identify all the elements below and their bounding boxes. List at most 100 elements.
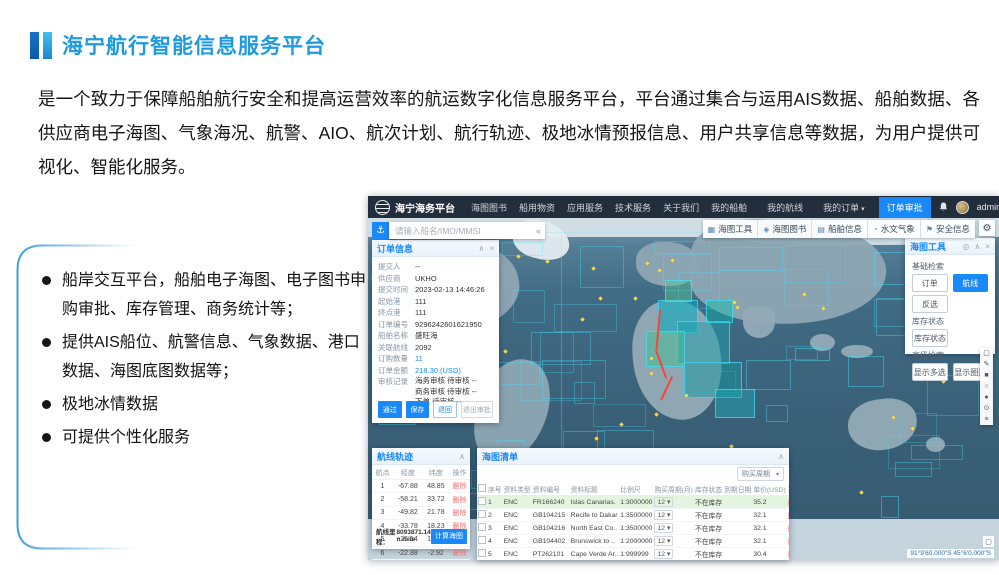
period-select[interactable]: 12▾ bbox=[654, 536, 673, 546]
field-label: 供应商 bbox=[378, 273, 415, 285]
nav-item-船用物资[interactable]: 船用物资 bbox=[513, 201, 561, 214]
nav-item-我的船舶[interactable]: 我的船舶 bbox=[705, 201, 753, 214]
delete-link[interactable]: 删除 bbox=[452, 497, 466, 504]
delete-link[interactable]: 删除 bbox=[788, 526, 789, 533]
waypoint-no: 2 bbox=[372, 493, 393, 506]
row-no: 2 bbox=[487, 509, 503, 522]
ship-search-icon[interactable]: ⚓ bbox=[372, 222, 389, 239]
保存-button[interactable]: 保存 bbox=[406, 401, 430, 418]
chevron-down-icon: ▾ bbox=[667, 511, 670, 519]
period-select[interactable]: 12▾ bbox=[654, 497, 673, 507]
航线-button[interactable]: 航线 bbox=[953, 274, 989, 292]
draw-tool-icon-3[interactable]: ○ bbox=[984, 381, 988, 392]
draw-tool-icon-1[interactable]: ✎ bbox=[984, 359, 990, 370]
checkbox[interactable] bbox=[478, 523, 486, 531]
scale: 1:3500000 bbox=[619, 509, 653, 522]
delete-link[interactable]: 删除 bbox=[788, 500, 789, 507]
column-header: 航点 bbox=[372, 466, 393, 480]
checkbox[interactable] bbox=[478, 549, 486, 557]
nav-item-海图图书[interactable]: 海图图书 bbox=[465, 201, 513, 214]
draw-tool-icon-0[interactable]: ▢ bbox=[983, 348, 990, 359]
draw-tool-icon-6[interactable]: ≡ bbox=[984, 414, 988, 425]
ship-search: ⚓ « bbox=[372, 222, 545, 239]
delete-link[interactable]: 删除 bbox=[788, 513, 789, 520]
checkbox[interactable] bbox=[478, 497, 486, 505]
nav-item-技术服务[interactable]: 技术服务 bbox=[609, 201, 657, 214]
close-panel-icon[interactable]: × bbox=[489, 244, 494, 253]
nav-item-应用服务[interactable]: 应用服务 bbox=[561, 201, 609, 214]
period-select[interactable]: 12▾ bbox=[654, 549, 673, 559]
close-panel-icon[interactable]: × bbox=[985, 242, 990, 251]
order-field: 提交人-- bbox=[378, 261, 493, 273]
chevron-down-icon: ▾ bbox=[667, 498, 670, 506]
delete-link[interactable]: 删除 bbox=[452, 510, 466, 517]
通过-button[interactable]: 通过 bbox=[378, 401, 402, 418]
order-approval-button[interactable]: 订单审批 bbox=[879, 197, 931, 218]
delete-link[interactable]: 删除 bbox=[452, 483, 466, 490]
period-value: 12 bbox=[657, 538, 665, 545]
collapse-panel-icon[interactable]: ∧ bbox=[478, 244, 484, 253]
ship-marker bbox=[859, 490, 863, 494]
draw-tool-icon-2[interactable]: ■ bbox=[984, 370, 988, 381]
delete-link[interactable]: 删除 bbox=[788, 539, 789, 546]
collapse-panel-icon[interactable]: ∧ bbox=[459, 452, 465, 461]
checkbox[interactable] bbox=[478, 484, 486, 492]
map-decoration bbox=[520, 361, 582, 401]
delete-link[interactable]: 删除 bbox=[452, 550, 466, 557]
scale: 1:3500000 bbox=[619, 522, 653, 535]
nav-item-我的订单[interactable]: 我的订单▾ bbox=[817, 201, 871, 214]
draw-tool-icon-4[interactable]: ● bbox=[984, 392, 988, 403]
data-type: ENC bbox=[503, 548, 532, 561]
map-decoration bbox=[881, 496, 899, 518]
scale: 1:999999 bbox=[619, 548, 653, 561]
toolbar-安全信息[interactable]: ⚑安全信息 bbox=[921, 220, 975, 238]
toolbar-船舶信息[interactable]: ▤船舶信息 bbox=[812, 220, 868, 238]
checkbox[interactable] bbox=[478, 510, 486, 518]
row-no: 4 bbox=[487, 535, 503, 548]
period-select[interactable]: 12▾ bbox=[654, 510, 673, 520]
map-decoration bbox=[513, 290, 545, 323]
collapse-panel-icon[interactable]: ∧ bbox=[778, 452, 784, 461]
collapse-panel-icon[interactable]: ∧ bbox=[974, 242, 980, 251]
退回-button[interactable]: 退回 bbox=[433, 401, 457, 418]
calculate-charts-button[interactable]: 计算海图 bbox=[431, 529, 467, 544]
库存状态-button[interactable]: 库存状态 bbox=[912, 329, 948, 347]
toolbar-label: 海图工具 bbox=[718, 223, 752, 235]
field-value: 111 bbox=[415, 296, 426, 308]
nav-item-关于我们[interactable]: 关于我们 bbox=[657, 201, 705, 214]
period-value: 12 bbox=[657, 499, 665, 506]
checkbox[interactable] bbox=[478, 536, 486, 544]
purchase-period-select[interactable]: 购买周期▾ bbox=[737, 467, 784, 481]
map-decoration bbox=[580, 246, 624, 288]
actions-cell: 删除 bbox=[787, 496, 789, 509]
draw-tool-icon-5[interactable]: ⊙ bbox=[984, 403, 990, 414]
toolbar-海图工具[interactable]: ▦海图工具 bbox=[703, 220, 759, 238]
toolbar-海图图书[interactable]: ◈海图图书 bbox=[758, 220, 812, 238]
settings-gear-icon[interactable]: ⚙ bbox=[979, 220, 995, 236]
map-decoration bbox=[554, 304, 617, 332]
chart-code: GB104216 bbox=[532, 522, 570, 535]
field-label: 起始港 bbox=[378, 296, 415, 308]
field-value: 11 bbox=[415, 353, 423, 365]
user-avatar[interactable] bbox=[956, 201, 969, 214]
ship-search-input[interactable] bbox=[393, 225, 536, 237]
route-track-panel: 航线轨迹 ∧ 航点经度纬度操作 1-67.8848.85删除2-58.2133.… bbox=[372, 448, 470, 549]
list-panel-title: 海图清单 bbox=[482, 450, 773, 463]
显示多选-button[interactable]: 显示多选 bbox=[912, 363, 948, 381]
toolbar-水文气象[interactable]: ◔水文气象 bbox=[868, 220, 921, 238]
data-type: ENC bbox=[503, 535, 532, 548]
hint-bulb-icon[interactable]: ◎ bbox=[962, 242, 969, 251]
反选-button[interactable]: 反选 bbox=[912, 295, 948, 313]
period-select[interactable]: 12▾ bbox=[654, 523, 673, 533]
collapse-search-icon[interactable]: « bbox=[536, 226, 541, 236]
delete-link[interactable]: 删除 bbox=[788, 552, 789, 559]
bell-icon[interactable] bbox=[939, 202, 948, 212]
column-header: 操作 bbox=[787, 482, 789, 496]
退出审批-button[interactable]: 退出审批 bbox=[461, 401, 493, 418]
fullscreen-icon[interactable]: ▢ bbox=[983, 536, 994, 547]
nav-item-我的航线[interactable]: 我的航线 bbox=[761, 201, 809, 214]
订单-button[interactable]: 订单 bbox=[912, 274, 948, 292]
ship-marker bbox=[633, 296, 637, 300]
username[interactable]: admin bbox=[977, 202, 999, 212]
unit-price: 35.2 bbox=[752, 496, 786, 509]
